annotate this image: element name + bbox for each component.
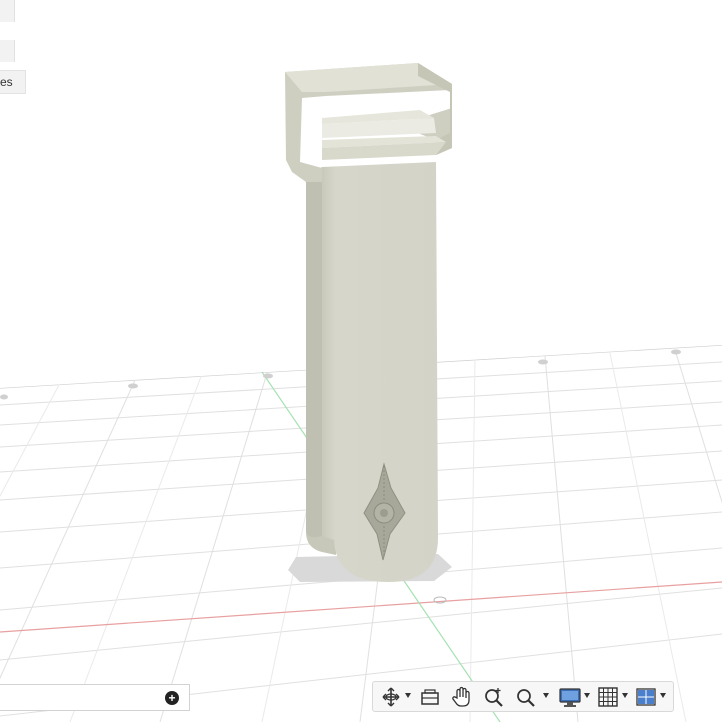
look-at-button[interactable] xyxy=(419,685,441,709)
orbit-button[interactable] xyxy=(380,685,402,709)
grid-dropdown-caret[interactable] xyxy=(622,693,628,698)
monitor-icon xyxy=(559,688,581,707)
zoom-dropdown-caret[interactable] xyxy=(543,693,549,698)
comments-panel[interactable]: + xyxy=(0,684,190,711)
navigation-toolbar xyxy=(372,681,674,712)
viewports-icon xyxy=(636,688,656,706)
pan-button[interactable] xyxy=(451,685,473,709)
browser-tab-stub-2[interactable] xyxy=(0,40,15,62)
canvas-svg xyxy=(0,63,722,723)
fit-button[interactable] xyxy=(515,685,537,709)
pan-hand-icon xyxy=(452,686,470,707)
add-comment-button[interactable]: + xyxy=(165,691,179,705)
browser-panel-label[interactable]: es xyxy=(0,70,26,94)
zoom-magnifier-icon xyxy=(485,688,503,707)
zoom-window-icon xyxy=(517,689,535,707)
orbit-icon xyxy=(382,687,400,707)
orbit-dropdown-caret[interactable] xyxy=(405,693,411,698)
display-settings-button[interactable] xyxy=(558,685,582,709)
browser-tab-stub-1[interactable] xyxy=(0,0,15,22)
grid-icon xyxy=(598,687,618,707)
design-canvas[interactable] xyxy=(0,0,722,723)
grid-and-snaps-button[interactable] xyxy=(597,685,619,709)
zoom-button[interactable] xyxy=(483,685,505,709)
viewports-dropdown-caret[interactable] xyxy=(660,693,666,698)
viewports-button[interactable] xyxy=(635,685,657,709)
look-at-icon xyxy=(421,689,439,705)
display-dropdown-caret[interactable] xyxy=(584,693,590,698)
